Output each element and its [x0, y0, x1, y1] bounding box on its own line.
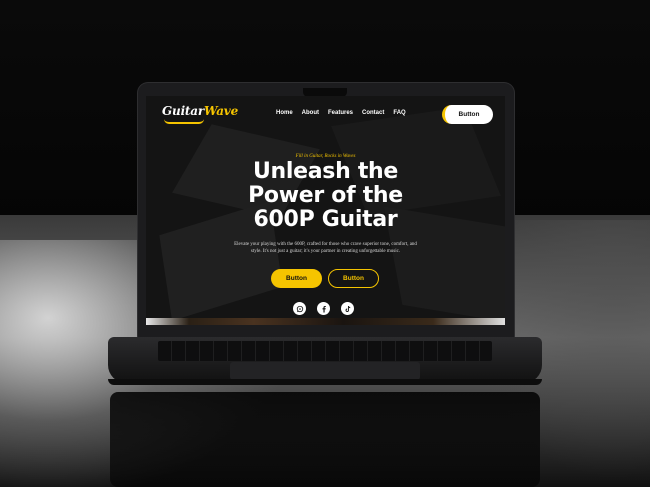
hero-primary-button[interactable]: Button	[271, 269, 322, 288]
hero-headline: Unleash the Power of the 600P Guitar	[146, 160, 505, 232]
nav-link-about[interactable]: About	[302, 110, 319, 116]
laptop-keyboard	[158, 341, 492, 361]
laptop-reflection	[110, 392, 540, 487]
laptop-trackpad	[230, 362, 420, 380]
guitarwave-logo[interactable]: GuitarWave	[162, 104, 238, 118]
social-links	[293, 302, 354, 315]
guitar-image-strip	[146, 318, 505, 325]
logo-text-main: Guitar	[162, 104, 204, 118]
nav-link-faq[interactable]: FAQ	[393, 110, 405, 116]
nav-links: Home About Features Contact FAQ	[276, 110, 406, 116]
headline-line-2: Power of the	[248, 183, 403, 208]
nav-link-contact[interactable]: Contact	[362, 110, 384, 116]
logo-text-accent: Wave	[203, 104, 239, 118]
hero-secondary-button[interactable]: Button	[328, 269, 379, 288]
top-navbar: GuitarWave Home About Features Contact F…	[146, 96, 505, 130]
nav-link-home[interactable]: Home	[276, 110, 293, 116]
laptop-base-edge	[108, 379, 542, 385]
nav-link-features[interactable]: Features	[328, 110, 353, 116]
hero-description: Elevate your playing with the 600P, craf…	[234, 242, 417, 254]
mockup-scene: GuitarWave Home About Features Contact F…	[0, 0, 650, 487]
logo-swoosh	[164, 119, 204, 124]
facebook-icon[interactable]	[317, 302, 330, 315]
whatsapp-icon[interactable]	[293, 302, 306, 315]
headline-line-1: Unleash the	[252, 159, 399, 184]
nav-cta-button[interactable]: Button	[442, 105, 493, 124]
tiktok-icon[interactable]	[341, 302, 354, 315]
headline-line-3: 600P Guitar	[253, 207, 398, 232]
laptop-screen: GuitarWave Home About Features Contact F…	[146, 96, 505, 325]
